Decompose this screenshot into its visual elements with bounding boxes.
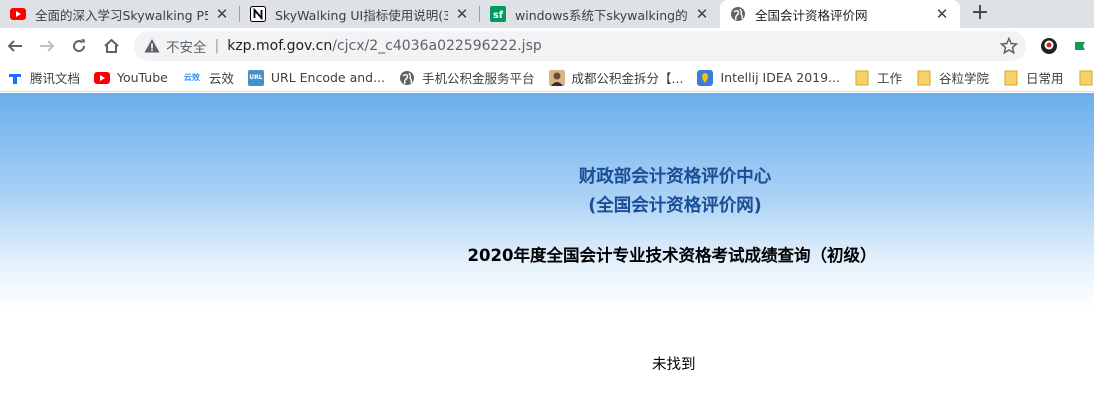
bookmark-yunxiao[interactable]: 云效 云效 [175, 64, 241, 91]
back-arrow-icon [7, 40, 22, 52]
home-button[interactable] [97, 32, 125, 60]
home-icon [103, 38, 119, 53]
org-name: 财政部会计资格评价中心 [578, 167, 772, 187]
bookmark-intellij[interactable]: Intellij IDEA 2019... [690, 64, 847, 91]
globe-icon [399, 70, 415, 86]
bookmark-star-icon[interactable] [1000, 37, 1018, 55]
extension-flag-icon[interactable] [1074, 41, 1086, 51]
bookmarks-bar: 腾讯文档 YouTube 云效 云效 URL URL Encode and...… [0, 64, 1094, 92]
extension-icon[interactable] [1040, 37, 1058, 55]
tab-title: 全国会计资格评价网 [755, 7, 868, 23]
bookmark-youtube[interactable]: YouTube [87, 64, 175, 91]
new-tab-button[interactable]: + [966, 0, 994, 28]
org-subname: (全国会计资格评价网) [588, 196, 762, 216]
tab-title: windows系统下skywalking的安 [515, 7, 688, 23]
bookmark-label: YouTube [117, 70, 168, 85]
bookmark-label: 成都公积金拆分【... [571, 71, 684, 86]
yunxiao-icon: 云效 [183, 73, 200, 82]
tab-kzp-active[interactable]: 全国会计资格评价网 ✕ [720, 0, 960, 28]
tab-skywalking-ui[interactable]: SkyWalking UI指标使用说明(3)_ ✕ [240, 0, 480, 28]
back-button[interactable] [1, 32, 29, 60]
bookmark-folder-more[interactable]: u [1071, 64, 1094, 91]
browser-toolbar: 不安全 | kzp.mof.gov.cn/cjcx/2_c4036a022596… [0, 28, 1094, 64]
folder-icon [1078, 70, 1094, 86]
url-icon: URL [247, 69, 264, 86]
bookmark-folder-work[interactable]: 工作 [847, 64, 909, 91]
reload-icon [73, 39, 86, 53]
forward-button[interactable] [33, 32, 61, 60]
avatar-icon [548, 69, 565, 86]
url-host: kzp.mof.gov.cn [227, 38, 333, 54]
bookmark-label: Intellij IDEA 2019... [720, 70, 840, 85]
youtube-icon [94, 70, 111, 86]
forward-arrow-icon [40, 40, 55, 52]
not-found-message: 未找到 [652, 357, 696, 373]
close-tab-icon[interactable]: ✕ [214, 6, 230, 22]
bookmark-url-encode[interactable]: URL URL Encode and... [241, 64, 392, 91]
page-content: 财政部会计资格评价中心 (全国会计资格评价网) 2020年度全国会计专业技术资格… [0, 93, 1094, 416]
tab-strip: 全面的深入学习Skywalking P5 ( ✕ SkyWalking UI指标… [0, 0, 1094, 28]
bookmark-tencent-docs[interactable]: 腾讯文档 [0, 64, 87, 91]
segmentfault-icon: sf [490, 6, 506, 22]
map-pin-icon [697, 69, 714, 86]
bookmark-label: 工作 [877, 71, 903, 86]
security-indicator[interactable]: 不安全 [166, 36, 207, 56]
bookmark-label: 日常用 [1026, 71, 1064, 86]
folder-icon [916, 70, 932, 86]
warning-icon [144, 39, 160, 53]
close-tab-icon[interactable]: ✕ [694, 6, 710, 22]
tab-title: 全面的深入学习Skywalking P5 ( [35, 7, 208, 23]
youtube-icon [10, 6, 26, 22]
page-title: 2020年度全国会计专业技术资格考试成绩查询（初级） [467, 246, 877, 265]
bookmark-housing-fund[interactable]: 手机公积金服务平台 [392, 64, 542, 91]
tab-skywalking-video[interactable]: 全面的深入学习Skywalking P5 ( ✕ [0, 0, 240, 28]
notion-icon [250, 6, 266, 22]
bookmark-label: URL Encode and... [270, 70, 386, 85]
close-tab-icon[interactable]: ✕ [454, 6, 470, 22]
bookmark-label: 手机公积金服务平台 [422, 71, 535, 86]
address-bar[interactable]: 不安全 | kzp.mof.gov.cn/cjcx/2_c4036a022596… [134, 31, 1026, 61]
bookmark-label: 谷粒学院 [939, 71, 990, 86]
folder-icon [1003, 70, 1019, 86]
tencent-docs-icon [7, 70, 23, 86]
bookmark-folder-guli[interactable]: 谷粒学院 [909, 64, 996, 91]
omnibox-separator: | [214, 38, 220, 54]
bookmark-folder-daily[interactable]: 日常用 [996, 64, 1071, 91]
globe-icon [730, 6, 746, 22]
bookmark-chengdu-fund[interactable]: 成都公积金拆分【... [542, 64, 691, 91]
tab-title: SkyWalking UI指标使用说明(3)_ [275, 7, 448, 23]
reload-button[interactable] [65, 32, 93, 60]
bookmark-label: 腾讯文档 [30, 71, 81, 86]
svg-text:sf: sf [493, 10, 504, 21]
url-path: /cjcx/2_c4036a022596222.jsp [332, 38, 542, 54]
folder-icon [854, 70, 870, 86]
bookmark-label: 云效 [208, 71, 234, 86]
close-tab-icon[interactable]: ✕ [934, 6, 950, 22]
tab-windows-skywalking[interactable]: sf windows系统下skywalking的安 ✕ [480, 0, 720, 28]
